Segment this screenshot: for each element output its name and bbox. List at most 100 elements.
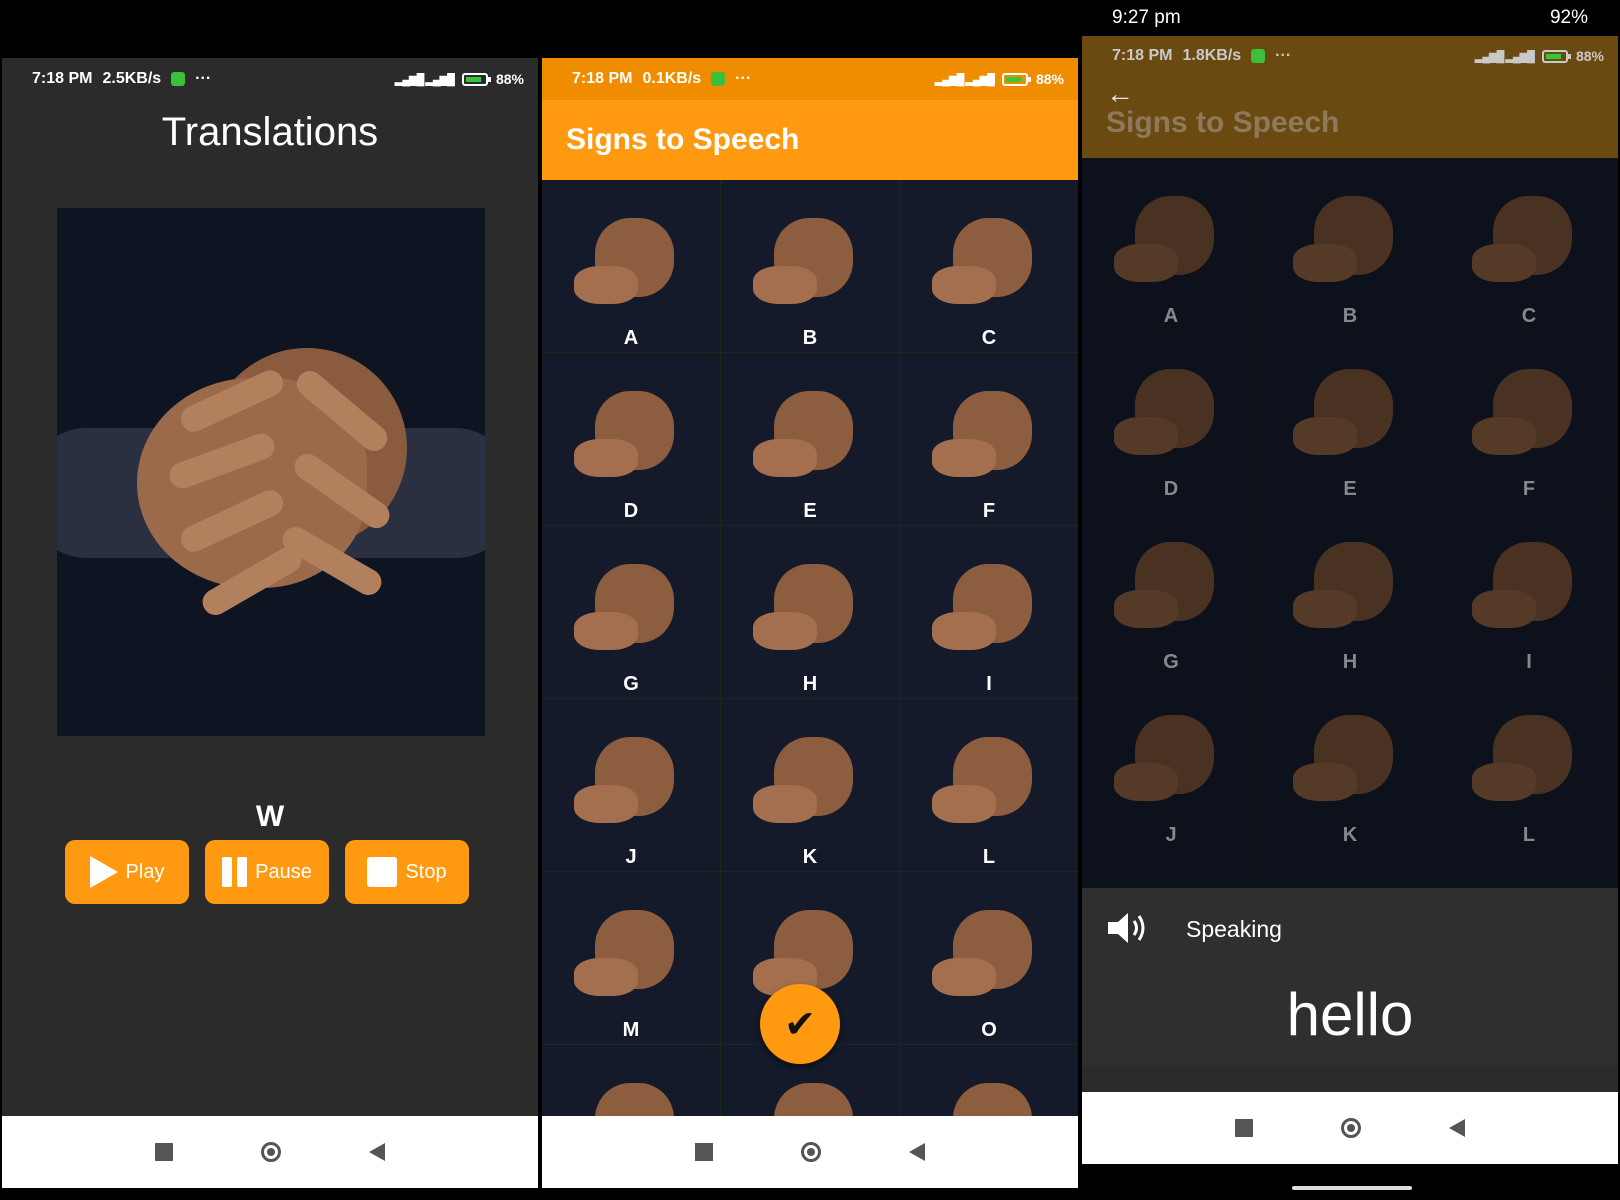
status-time: 7:18 PM bbox=[1112, 47, 1173, 64]
sign-letter: B bbox=[802, 327, 818, 349]
sign-tile[interactable]: E bbox=[721, 353, 899, 525]
sign-tile[interactable]: A bbox=[542, 180, 720, 352]
sign-tile[interactable]: F bbox=[1440, 331, 1618, 503]
speaking-sheet: Speaking hello bbox=[1082, 888, 1618, 1066]
recents-icon[interactable] bbox=[695, 1143, 713, 1161]
sign-tile[interactable] bbox=[1261, 850, 1439, 888]
status-speed: 2.5KB/s bbox=[102, 70, 162, 87]
sign-letter: F bbox=[1522, 478, 1536, 500]
sign-letter: C bbox=[981, 327, 997, 349]
spoken-text: hello bbox=[1286, 981, 1414, 1048]
sign-tile[interactable]: K bbox=[1261, 677, 1439, 849]
sign-tile[interactable]: K bbox=[721, 699, 899, 871]
home-icon[interactable] bbox=[1341, 1118, 1361, 1138]
pause-icon bbox=[222, 857, 248, 887]
sign-tile[interactable]: C bbox=[900, 180, 1078, 352]
sign-tile[interactable]: M bbox=[542, 872, 720, 1044]
back-nav-icon[interactable] bbox=[1449, 1119, 1465, 1137]
app-bar-title: Signs to Speech bbox=[1106, 106, 1340, 139]
sign-tile[interactable]: L bbox=[1440, 677, 1618, 849]
battery-icon bbox=[1001, 72, 1031, 86]
home-icon[interactable] bbox=[801, 1142, 821, 1162]
sign-tile[interactable]: H bbox=[721, 526, 899, 698]
sign-tile[interactable]: H bbox=[1261, 504, 1439, 676]
sign-tile[interactable]: D bbox=[1082, 331, 1260, 503]
sign-tile[interactable]: J bbox=[542, 699, 720, 871]
sign-letter: B bbox=[1342, 305, 1358, 327]
sign-tile[interactable]: I bbox=[900, 526, 1078, 698]
sign-letter: F bbox=[982, 500, 996, 522]
nav-bar bbox=[2, 1116, 538, 1188]
sign-tile[interactable] bbox=[1082, 850, 1260, 888]
sign-letter: A bbox=[623, 327, 639, 349]
status-more: ··· bbox=[195, 70, 212, 87]
sign-letter: G bbox=[1163, 651, 1179, 673]
sign-tile[interactable]: G bbox=[542, 526, 720, 698]
sign-tile[interactable] bbox=[1440, 850, 1618, 888]
app-screen: 7:18 PM 1.8KB/s ··· ▂▄▆█ ▂▄▆█ 88% ← Sign… bbox=[1082, 36, 1618, 1164]
sign-tile[interactable]: A bbox=[1082, 158, 1260, 330]
stop-icon bbox=[367, 857, 398, 887]
sign-letter: H bbox=[802, 673, 818, 695]
sign-tile[interactable]: L bbox=[900, 699, 1078, 871]
check-icon: ✔ bbox=[784, 1003, 816, 1046]
sign-tile[interactable]: B bbox=[1261, 158, 1439, 330]
sign-tile[interactable]: I bbox=[1440, 504, 1618, 676]
sign-tile[interactable]: G bbox=[1082, 504, 1260, 676]
sign-tile[interactable]: O bbox=[900, 872, 1078, 1044]
playback-controls: Play Pause Stop bbox=[65, 840, 469, 904]
nav-bar bbox=[1082, 1092, 1618, 1164]
sign-image bbox=[57, 208, 485, 736]
sign-letter: O bbox=[981, 1019, 997, 1041]
sign-tile[interactable] bbox=[900, 1045, 1078, 1116]
sign-tile[interactable]: D bbox=[542, 353, 720, 525]
device-status-bar: 9:27 pm 92% bbox=[1082, 0, 1618, 36]
sign-tile[interactable]: F bbox=[900, 353, 1078, 525]
sign-letter: I bbox=[986, 673, 992, 695]
sign-tile[interactable]: E bbox=[1261, 331, 1439, 503]
status-more: ··· bbox=[735, 70, 752, 87]
app-bar-title: Signs to Speech bbox=[542, 100, 1078, 180]
sign-tile[interactable]: B bbox=[721, 180, 899, 352]
sign-letter: I bbox=[1526, 651, 1532, 673]
sign-letter: A bbox=[1163, 305, 1179, 327]
device-time: 9:27 pm bbox=[1112, 7, 1181, 28]
status-speed: 1.8KB/s bbox=[1182, 47, 1242, 64]
app-notification-icon bbox=[171, 72, 186, 86]
phone-speaking: 9:27 pm 92% 7:18 PM 1.8KB/s ··· ▂▄▆█ ▂▄▆… bbox=[1082, 0, 1618, 1200]
back-nav-icon[interactable] bbox=[369, 1143, 385, 1161]
sign-tile[interactable]: J bbox=[1082, 677, 1260, 849]
sign-tile[interactable]: C bbox=[1440, 158, 1618, 330]
signal-icon: ▂▄▆█ ▂▄▆█ bbox=[934, 73, 995, 86]
battery-icon bbox=[1541, 49, 1571, 63]
sign-tile[interactable] bbox=[542, 1045, 720, 1116]
status-time: 7:18 PM bbox=[572, 70, 633, 87]
device-battery: 92% bbox=[1549, 7, 1588, 28]
play-label: Play bbox=[125, 860, 165, 883]
app-bar: ← Signs to Speech bbox=[1082, 76, 1618, 158]
speaking-label: Speaking bbox=[1186, 916, 1282, 942]
sign-letter: J bbox=[625, 846, 637, 868]
play-icon bbox=[89, 856, 118, 888]
sign-letter: M bbox=[622, 1019, 640, 1041]
home-icon[interactable] bbox=[261, 1142, 281, 1162]
pause-button[interactable]: Pause bbox=[205, 840, 329, 904]
status-speed: 0.1KB/s bbox=[642, 70, 702, 87]
confirm-button[interactable]: ✔ bbox=[760, 984, 840, 1064]
speaker-icon bbox=[1108, 913, 1145, 943]
app-notification-icon bbox=[711, 72, 726, 86]
recents-icon[interactable] bbox=[155, 1143, 173, 1161]
sign-letter: E bbox=[803, 500, 817, 522]
stop-button[interactable]: Stop bbox=[345, 840, 469, 904]
status-bar: 7:18 PM 2.5KB/s ··· ▂▄▆█ ▂▄▆█ 88% bbox=[2, 58, 538, 100]
back-nav-icon[interactable] bbox=[909, 1143, 925, 1161]
phone-translations: 7:18 PM 2.5KB/s ··· ▂▄▆█ ▂▄▆█ 88% Transl… bbox=[2, 58, 538, 1188]
stop-label: Stop bbox=[405, 860, 447, 883]
phone-signs-grid: 7:18 PM 0.1KB/s ··· ▂▄▆█ ▂▄▆█ 88% Signs … bbox=[542, 58, 1078, 1188]
sign-grid-dimmed: A B C D E F G H I J K L bbox=[1082, 158, 1618, 888]
sign-letter: H bbox=[1342, 651, 1358, 673]
recents-icon[interactable] bbox=[1235, 1119, 1253, 1137]
play-button[interactable]: Play bbox=[65, 840, 189, 904]
battery-level: 88% bbox=[1575, 48, 1604, 64]
gesture-handle[interactable] bbox=[1292, 1186, 1412, 1190]
